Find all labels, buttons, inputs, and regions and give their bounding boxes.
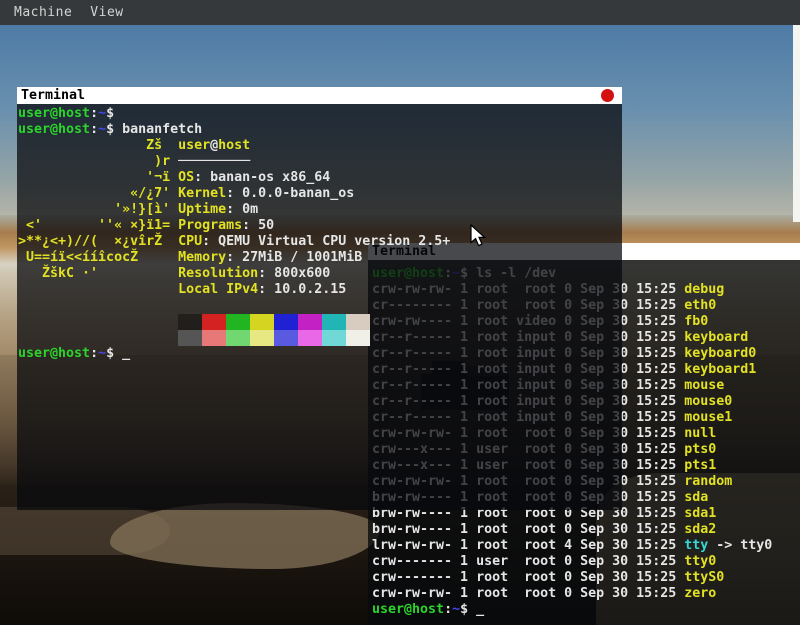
terminal1-row: Local IPv4: 10.0.2.15 <box>18 282 622 298</box>
palette-color-block <box>178 330 202 346</box>
palette-color-block <box>226 330 250 346</box>
device-list-row: crw------- 1 root root 0 Sep 30 15:25 tt… <box>372 570 800 586</box>
terminal-window-bananfetch: Terminal user@host:~$user@host:~$ bananf… <box>17 87 622 510</box>
palette-color-block <box>274 314 298 330</box>
palette-color-block <box>250 314 274 330</box>
palette-color-block <box>178 314 202 330</box>
terminal1-content[interactable]: user@host:~$user@host:~$ bananfetch Zš u… <box>17 104 622 510</box>
terminal1-row <box>18 330 622 346</box>
palette-color-block <box>202 314 226 330</box>
terminal1-row: )r ───────── <box>18 154 622 170</box>
palette-color-block <box>202 330 226 346</box>
terminal1-row: <' ''« ×}ï1= Programs: 50 <box>18 218 622 234</box>
device-list-row: crw------- 1 user root 0 Sep 30 15:25 tt… <box>372 554 800 570</box>
terminal1-row <box>18 314 622 330</box>
terminal1-row: Zš user@host <box>18 138 622 154</box>
palette-color-block <box>298 330 322 346</box>
terminal1-row <box>18 298 622 314</box>
palette-color-block <box>226 314 250 330</box>
terminal1-row: '»!}[ì' Uptime: 0m <box>18 202 622 218</box>
vm-menu-bar: Machine View <box>0 0 800 25</box>
palette-color-block <box>322 314 346 330</box>
palette-color-block <box>274 330 298 346</box>
terminal1-title: Terminal <box>21 88 85 103</box>
terminal1-row: user@host:~$ <box>18 106 622 122</box>
device-list-row: brw-rw---- 1 root root 0 Sep 30 15:25 sd… <box>372 522 800 538</box>
palette-color-block <box>298 314 322 330</box>
device-list-row: lrw-rw-rw- 1 root root 4 Sep 30 15:25 tt… <box>372 538 800 554</box>
palette-color-block <box>250 330 274 346</box>
virtual-machine-screen: Machine View Terminal user@host:~$ ls -l… <box>0 0 800 625</box>
mouse-cursor-icon <box>470 224 490 248</box>
menu-item-machine[interactable]: Machine <box>14 0 72 25</box>
terminal1-row: U==íï<<ííîcocŽ Memory: 27MiB / 1001MiB <box>18 250 622 266</box>
terminal1-title-bar[interactable]: Terminal <box>17 87 622 104</box>
palette-color-block <box>346 314 370 330</box>
palette-color-block <box>346 330 370 346</box>
terminal1-row: >**¿<+)//( ×¿vîrŽ CPU: QEMU Virtual CPU … <box>18 234 622 250</box>
wallpaper-edge-strip <box>793 0 800 222</box>
terminal1-row: '¬ï OS: banan-os x86_64 <box>18 170 622 186</box>
terminal1-row: «/¿7' Kernel: 0.0.0-banan_os <box>18 186 622 202</box>
close-button-icon[interactable] <box>601 89 614 102</box>
palette-color-block <box>322 330 346 346</box>
device-list-row: crw-rw-rw- 1 root root 0 Sep 30 15:25 ze… <box>372 586 800 602</box>
terminal1-row: user@host:~$ _ <box>18 346 622 362</box>
terminal2-row: user@host:~$ _ <box>372 602 800 618</box>
terminal1-row: ŽškC ·' Resolution: 800x600 <box>18 266 622 282</box>
wallpaper-sand-patch <box>110 503 380 569</box>
menu-item-view[interactable]: View <box>90 0 123 25</box>
terminal1-row: user@host:~$ bananfetch <box>18 122 622 138</box>
